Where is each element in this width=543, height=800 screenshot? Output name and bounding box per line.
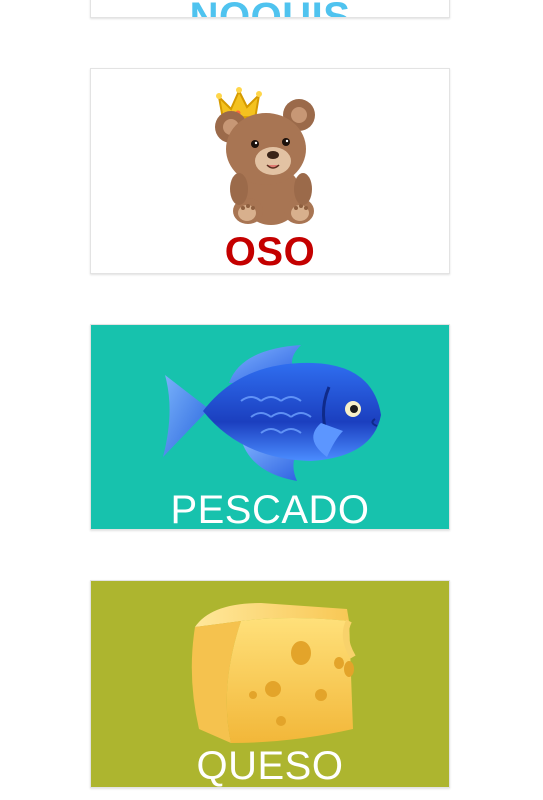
flashcard-list: ÑOQUIS [0, 0, 543, 800]
card-oso[interactable]: OSO [90, 68, 450, 274]
card-word: QUESO [196, 744, 344, 788]
card-pescado[interactable]: PESCADO [90, 324, 450, 530]
card-word: PESCADO [170, 488, 370, 530]
card-noquis[interactable]: ÑOQUIS [90, 0, 450, 18]
fish-image [91, 331, 449, 491]
card-word: OSO [224, 230, 316, 274]
card-queso[interactable]: QUESO [90, 580, 450, 788]
cheese-image [91, 597, 449, 747]
card-word: ÑOQUIS [91, 0, 449, 17]
bear-image [91, 77, 449, 227]
